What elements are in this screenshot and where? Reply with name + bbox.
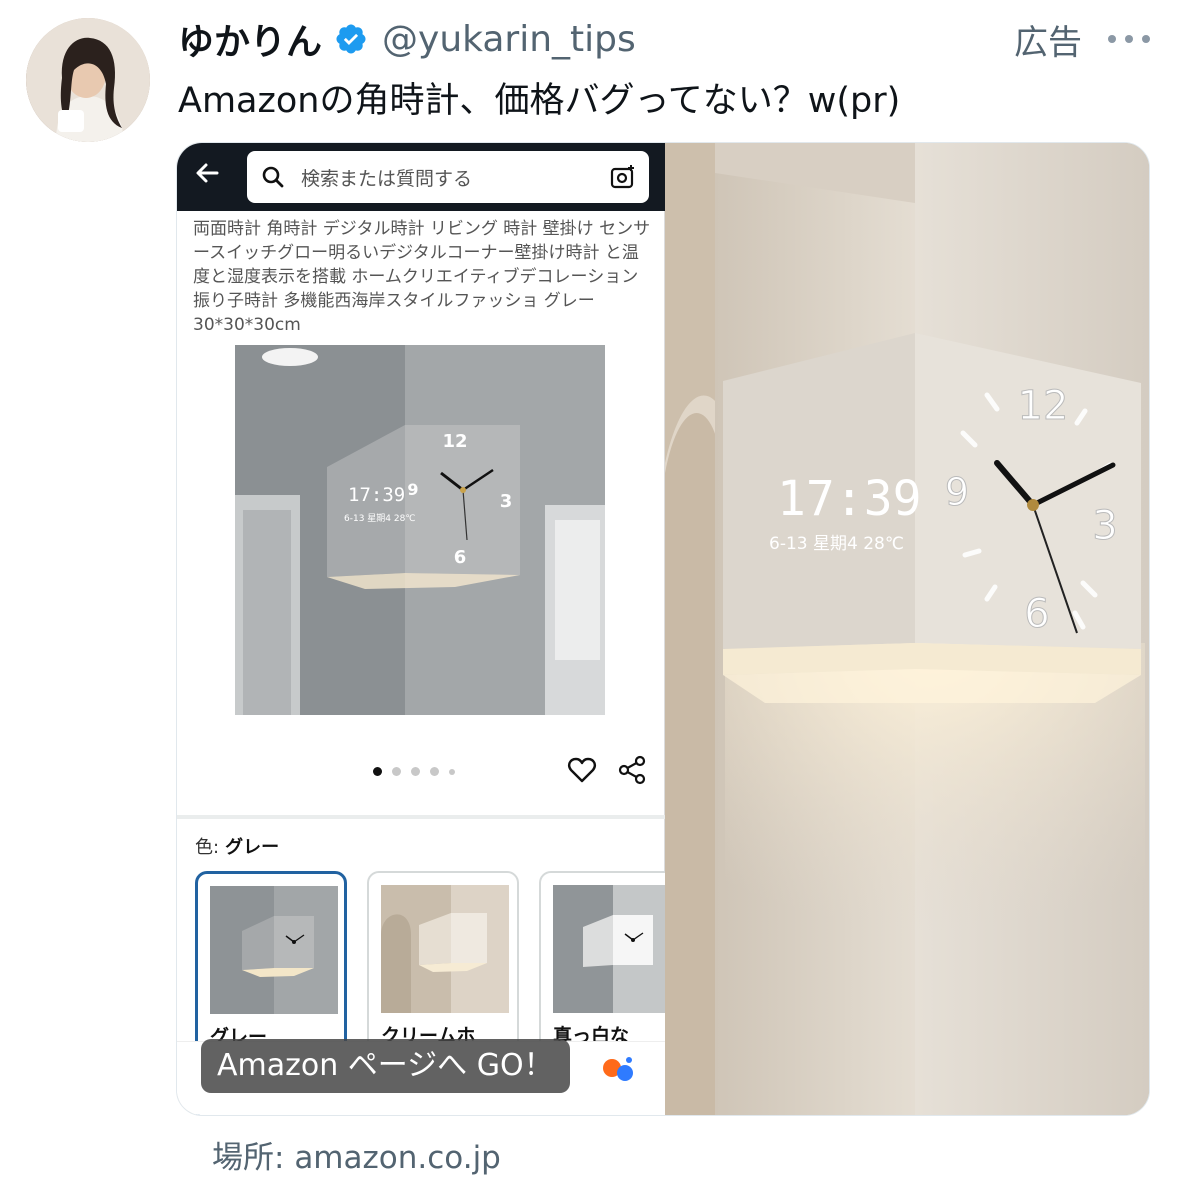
display-name[interactable]: ゆかりん <box>178 13 322 65</box>
photo-clock-12: 12 <box>1018 383 1069 429</box>
link-domain: amazon.co.jp <box>294 1140 501 1176</box>
handle[interactable]: @yukarin_tips <box>382 19 636 60</box>
product-clock-9: 9 <box>407 480 418 499</box>
product-title: 両面時計 角時計 デジタル時計 リビング 時計 壁掛け センサースイッチグロー明… <box>193 219 651 335</box>
camera-search-icon <box>609 163 637 191</box>
link-source[interactable]: 場所: amazon.co.jp <box>212 1132 501 1177</box>
search-icon <box>261 165 285 189</box>
avatar[interactable] <box>26 18 150 142</box>
search-box: 検索または質問する <box>247 151 649 203</box>
photo-clock-digital: 17:39 <box>777 471 922 527</box>
variant-gray-thumb <box>210 886 338 1014</box>
product-image: 17:39 6-13 星期4 28℃ 12 3 6 9 <box>235 345 605 715</box>
back-arrow-icon <box>191 157 223 189</box>
verified-badge-icon <box>334 22 368 56</box>
clock-photo: 17:39 6-13 星期4 28℃ 12 3 6 9 <box>665 143 1149 1115</box>
product-clock-6: 6 <box>454 547 467 568</box>
link-prefix: 場所: <box>212 1140 285 1176</box>
heart-icon <box>567 755 597 785</box>
color-value: グレー <box>225 837 280 858</box>
variant-white-thumb <box>553 885 681 1013</box>
tweet-header: ゆかりん @yukarin_tips 広告 <box>178 14 1150 64</box>
rufus-assistant-icon <box>601 1055 635 1085</box>
color-label-prefix: 色: <box>195 837 220 858</box>
more-dots-icon[interactable] <box>1108 29 1150 49</box>
photo-clock-digital-sub: 6-13 星期4 28℃ <box>769 534 904 554</box>
product-clock-digital: 17:39 <box>348 484 405 506</box>
photo-clock-9: 9 <box>945 470 969 514</box>
color-label: 色: グレー <box>195 833 279 859</box>
tweet-text: Amazonの角時計、価格バグってない？w(pr) <box>178 81 901 121</box>
avatar-image <box>26 18 150 142</box>
amazon-screenshot: 検索または質問する 両面時計 角時計 デジタル時計 リビング 時計 壁掛け セン… <box>177 143 691 1115</box>
variant-cream-thumb <box>381 885 509 1013</box>
ad-label: 広告 <box>1014 22 1082 63</box>
search-placeholder: 検索または質問する <box>301 168 473 190</box>
image-pagination-dots[interactable] <box>373 767 455 776</box>
product-clock-3: 3 <box>500 491 513 512</box>
amazon-cta-button[interactable]: Amazon ページへ GO！ <box>201 1039 570 1093</box>
product-clock-12: 12 <box>442 431 467 452</box>
media-card[interactable]: 検索または質問する 両面時計 角時計 デジタル時計 リビング 時計 壁掛け セン… <box>176 142 1150 1116</box>
photo-clock-6: 6 <box>1024 591 1049 637</box>
product-clock-digital-sub: 6-13 星期4 28℃ <box>344 513 415 524</box>
section-divider <box>177 815 665 819</box>
photo-clock-3: 3 <box>1092 503 1117 549</box>
share-icon <box>617 755 647 785</box>
amazon-top-bar: 検索または質問する <box>177 143 665 211</box>
